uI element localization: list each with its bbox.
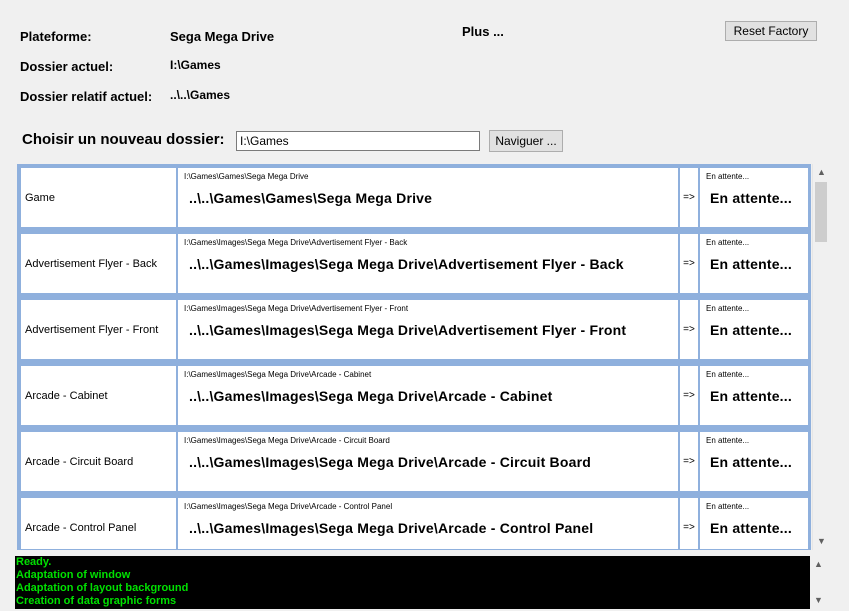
status-cell: En attente... En attente... [700,168,808,227]
status-small: En attente... [706,172,750,181]
status-small: En attente... [706,502,750,511]
table-row: Advertisement Flyer - Front I:\Games\Ima… [18,297,810,359]
folder-path-input[interactable] [236,131,480,151]
relative-path: ..\..\Games\Games\Sega Mega Drive [189,190,433,206]
status-cell: En attente... En attente... [700,498,808,549]
status-cell: En attente... En attente... [700,300,808,359]
console-line: Creation of data graphic forms [16,595,177,607]
folder-type-cell: Game [21,168,176,227]
relative-path: ..\..\Games\Images\Sega Mega Drive\Arcad… [189,520,594,536]
arrow-cell: => [680,498,698,549]
absolute-path: I:\Games\Images\Sega Mega Drive\Advertis… [184,304,409,313]
path-cell[interactable]: I:\Games\Images\Sega Mega Drive\Arcade -… [178,366,678,425]
relative-path: ..\..\Games\Images\Sega Mega Drive\Arcad… [189,388,553,404]
relative-path: ..\..\Games\Images\Sega Mega Drive\Adver… [189,256,624,272]
console-line: Adaptation of window [16,569,131,581]
path-cell[interactable]: I:\Games\Images\Sega Mega Drive\Advertis… [178,300,678,359]
folder-type-cell: Advertisement Flyer - Front [21,300,176,359]
arrow-cell: => [680,366,698,425]
table-row: Advertisement Flyer - Back I:\Games\Imag… [18,231,810,293]
path-cell[interactable]: I:\Games\Games\Sega Mega Drive ..\..\Gam… [178,168,678,227]
chevron-up-icon[interactable]: ▲ [813,164,830,181]
choose-folder-label: Choisir un nouveau dossier: [22,131,225,148]
chevron-down-icon[interactable]: ▼ [810,592,827,609]
current-folder-label: Dossier actuel: [20,59,114,74]
status-cell: En attente... En attente... [700,234,808,293]
folder-type-cell: Arcade - Circuit Board [21,432,176,491]
relative-folder-label: Dossier relatif actuel: [20,89,153,104]
platform-label: Plateforme: [20,29,92,44]
absolute-path: I:\Games\Images\Sega Mega Drive\Arcade -… [184,436,390,445]
status-small: En attente... [706,238,750,247]
status-small: En attente... [706,436,750,445]
chevron-down-icon[interactable]: ▼ [813,533,830,550]
relative-path: ..\..\Games\Images\Sega Mega Drive\Adver… [189,322,627,338]
table-row: Arcade - Circuit Board I:\Games\Images\S… [18,429,810,491]
status-big: En attente... [710,256,792,272]
status-big: En attente... [710,190,792,206]
status-big: En attente... [710,520,792,536]
status-small: En attente... [706,304,750,313]
platform-value: Sega Mega Drive [170,29,275,44]
arrow-cell: => [680,234,698,293]
folder-grid: Game I:\Games\Games\Sega Mega Drive ..\.… [17,164,811,550]
folder-type-cell: Arcade - Control Panel [21,498,176,549]
console-log: Ready. Adaptation of window Adaptation o… [15,556,810,609]
table-row: Game I:\Games\Games\Sega Mega Drive ..\.… [18,165,810,227]
status-cell: En attente... En attente... [700,366,808,425]
grid-scrollbar[interactable]: ▲ ▼ [812,164,829,550]
table-row: Arcade - Cabinet I:\Games\Images\Sega Me… [18,363,810,425]
chevron-up-icon[interactable]: ▲ [810,556,827,573]
path-cell[interactable]: I:\Games\Images\Sega Mega Drive\Advertis… [178,234,678,293]
reset-factory-button[interactable]: Reset Factory [725,21,817,41]
folder-type-cell: Arcade - Cabinet [21,366,176,425]
relative-path: ..\..\Games\Images\Sega Mega Drive\Arcad… [189,454,591,470]
browse-button[interactable]: Naviguer ... [489,130,563,152]
status-big: En attente... [710,454,792,470]
arrow-cell: => [680,168,698,227]
console-line: Ready. [16,556,52,568]
status-big: En attente... [710,388,792,404]
console-line: Adaptation of layout background [16,582,189,594]
current-folder-value: I:\Games [170,58,221,72]
path-cell[interactable]: I:\Games\Images\Sega Mega Drive\Arcade -… [178,432,678,491]
arrow-cell: => [680,300,698,359]
relative-folder-value: ..\..\Games [170,88,231,102]
absolute-path: I:\Games\Images\Sega Mega Drive\Arcade -… [184,502,393,511]
absolute-path: I:\Games\Images\Sega Mega Drive\Advertis… [184,238,408,247]
table-row: Arcade - Control Panel I:\Games\Images\S… [18,495,810,549]
arrow-cell: => [680,432,698,491]
scrollbar-thumb[interactable] [815,182,827,242]
absolute-path: I:\Games\Games\Sega Mega Drive [184,172,309,181]
plus-link[interactable]: Plus ... [462,24,504,39]
console-scrollbar[interactable]: ▲ ▼ [810,556,827,609]
absolute-path: I:\Games\Images\Sega Mega Drive\Arcade -… [184,370,372,379]
status-cell: En attente... En attente... [700,432,808,491]
status-small: En attente... [706,370,750,379]
folder-type-cell: Advertisement Flyer - Back [21,234,176,293]
path-cell[interactable]: I:\Games\Images\Sega Mega Drive\Arcade -… [178,498,678,549]
status-big: En attente... [710,322,792,338]
